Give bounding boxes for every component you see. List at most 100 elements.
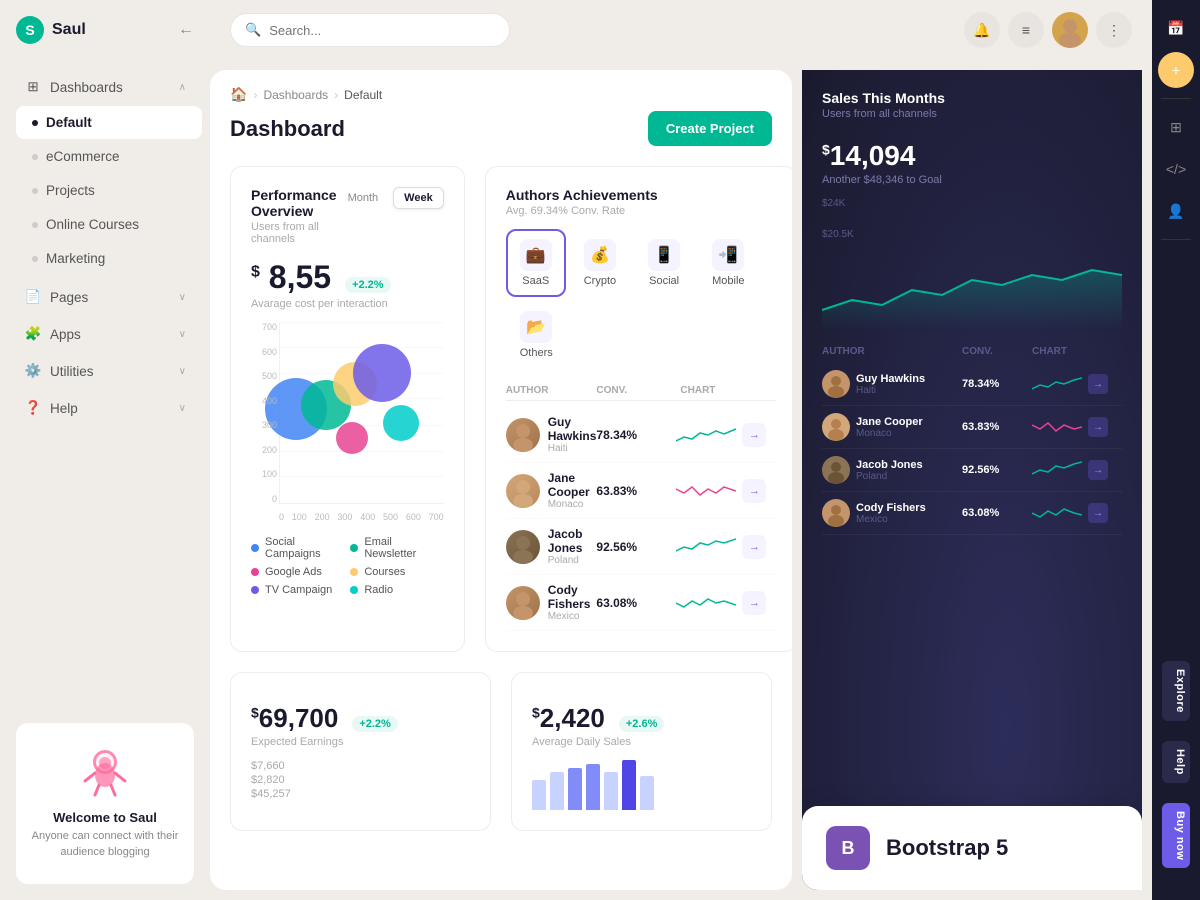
period-week-tab[interactable]: Week bbox=[393, 187, 444, 209]
sidebar-toggle[interactable]: ← bbox=[178, 21, 194, 39]
sidebar-item-pages[interactable]: 📄 Pages ∨ bbox=[8, 279, 202, 315]
page-wrapper: 🏠 › Dashboards › Default Dashboard Creat… bbox=[210, 60, 1152, 900]
author-avatar-jacob bbox=[506, 530, 540, 564]
daily-sales-label: Average Daily Sales bbox=[532, 736, 751, 748]
sidebar-header: S Saul ← bbox=[0, 0, 210, 60]
sidebar-item-utilities[interactable]: ⚙️ Utilities ∨ bbox=[8, 353, 202, 389]
welcome-card: Welcome to Saul Anyone can connect with … bbox=[16, 723, 194, 884]
notifications-btn[interactable]: 🔔 bbox=[964, 12, 1000, 48]
dark-mini-chart-cody bbox=[1032, 503, 1082, 523]
tab-mobile[interactable]: 📲 Mobile bbox=[698, 229, 758, 297]
sidebar-item-projects[interactable]: Projects bbox=[16, 174, 202, 207]
nav-dot bbox=[32, 256, 38, 262]
help-btn[interactable]: Help bbox=[1162, 741, 1190, 783]
chart-legend: Social Campaigns Email Newsletter Google… bbox=[251, 536, 444, 596]
sidebar-item-marketing[interactable]: Marketing bbox=[16, 242, 202, 275]
plus-btn[interactable]: + bbox=[1158, 52, 1194, 88]
sidebar-item-ecommerce[interactable]: eCommerce bbox=[16, 140, 202, 173]
author-avatar-cody bbox=[506, 586, 540, 620]
chevron-icon: ∨ bbox=[179, 292, 186, 303]
dark-avatar-cody bbox=[822, 499, 850, 527]
settings-btn[interactable]: ≡ bbox=[1008, 12, 1044, 48]
author-avatar-jane bbox=[506, 474, 540, 508]
period-month-tab[interactable]: Month bbox=[337, 187, 390, 209]
welcome-subtitle: Anyone can connect with their audience b… bbox=[30, 829, 180, 860]
code-btn[interactable]: </> bbox=[1158, 151, 1194, 187]
sidebar-item-default[interactable]: Default bbox=[16, 106, 202, 139]
header-actions: 🔔 ≡ ⋮ bbox=[964, 12, 1132, 48]
view-btn-jane[interactable]: → bbox=[742, 479, 766, 503]
rp-header: Sales This Months Users from all channel… bbox=[822, 90, 1122, 120]
create-project-button[interactable]: Create Project bbox=[648, 111, 772, 146]
user-btn[interactable]: 👤 bbox=[1158, 193, 1194, 229]
sales-goal: Another $48,346 to Goal bbox=[822, 174, 1122, 186]
tab-crypto[interactable]: 💰 Crypto bbox=[570, 229, 630, 297]
tab-others[interactable]: 📂 Others bbox=[506, 301, 567, 369]
nav-sub-dashboards: Default eCommerce Projects bbox=[0, 106, 210, 275]
perf-title: Performance Overview bbox=[251, 187, 337, 219]
brand-icon: S bbox=[16, 16, 44, 44]
perf-metric: $ 8,55 bbox=[251, 259, 331, 296]
sales-bars bbox=[532, 760, 751, 810]
legend-radio: Radio bbox=[350, 584, 443, 596]
search-bar[interactable]: 🔍 bbox=[230, 13, 510, 47]
dark-view-btn-cody[interactable]: → bbox=[1088, 503, 1108, 523]
others-icon: 📂 bbox=[520, 311, 552, 343]
author-row-jacob: Jacob Jones Poland 92.56% → bbox=[506, 519, 777, 575]
view-btn-guy[interactable]: → bbox=[742, 423, 766, 447]
dark-view-btn-jane[interactable]: → bbox=[1088, 417, 1108, 437]
earnings-metric: $69,700 bbox=[251, 703, 338, 734]
author-row-guy: Guy Hawkins Haiti 78.34% → bbox=[506, 407, 777, 463]
astronaut-illustration bbox=[65, 737, 145, 797]
dark-view-btn-guy[interactable]: → bbox=[1088, 374, 1108, 394]
sidebar-item-online-courses[interactable]: Online Courses bbox=[16, 208, 202, 241]
sales-line-chart bbox=[822, 250, 1122, 330]
brand-name: Saul bbox=[52, 21, 86, 39]
explore-btn[interactable]: Explore bbox=[1162, 661, 1190, 721]
tab-saas[interactable]: 💼 SaaS bbox=[506, 229, 566, 297]
search-input[interactable] bbox=[269, 23, 495, 38]
mini-chart-jane bbox=[676, 479, 736, 503]
brand: S Saul bbox=[16, 16, 86, 44]
user-avatar[interactable] bbox=[1052, 12, 1088, 48]
help-icon: ❓ bbox=[24, 399, 42, 417]
buy-now-btn[interactable]: Buy now bbox=[1162, 803, 1190, 868]
crypto-icon: 💰 bbox=[584, 239, 616, 271]
pages-icon: 📄 bbox=[24, 288, 42, 306]
more-options-btn[interactable]: ⋮ bbox=[1096, 12, 1132, 48]
breadcrumb-dashboards[interactable]: Dashboards bbox=[263, 88, 328, 102]
sidebar-item-dashboards[interactable]: ⊞ Dashboards ∧ bbox=[8, 69, 202, 105]
sidebar-footer: Welcome to Saul Anyone can connect with … bbox=[0, 707, 210, 900]
dark-mini-chart-guy bbox=[1032, 374, 1082, 394]
mini-chart-cody bbox=[676, 591, 736, 615]
sidebar-item-apps[interactable]: 🧩 Apps ∨ bbox=[8, 316, 202, 352]
earnings-label: Expected Earnings bbox=[251, 736, 470, 748]
dark-view-btn-jacob[interactable]: → bbox=[1088, 460, 1108, 480]
tab-social[interactable]: 📱 Social bbox=[634, 229, 694, 297]
page-header: Dashboard Create Project bbox=[230, 111, 772, 146]
chevron-icon: ∨ bbox=[179, 329, 186, 340]
authors-table-header: AUTHOR CONV. CHART bbox=[506, 381, 777, 401]
perf-subtitle: Users from all channels bbox=[251, 221, 337, 245]
stats-row: $69,700 +2.2% Expected Earnings $7,660 $… bbox=[230, 672, 772, 831]
perf-label: Avarage cost per interaction bbox=[251, 298, 444, 310]
dark-authors-section: AUTHOR CONV. CHART Guy Hawkins Haiti bbox=[822, 346, 1122, 535]
right-panel: Sales This Months Users from all channel… bbox=[802, 70, 1142, 890]
view-btn-jacob[interactable]: → bbox=[742, 535, 766, 559]
page-inner: 🏠 › Dashboards › Default Dashboard Creat… bbox=[210, 70, 792, 890]
breadcrumb-current: Default bbox=[344, 88, 382, 102]
calendar-btn[interactable]: 📅 bbox=[1158, 10, 1194, 46]
legend-google: Google Ads bbox=[251, 566, 344, 578]
dark-author-row-cody: Cody Fishers Mexico 63.08% → bbox=[822, 492, 1122, 535]
view-btn-cody[interactable]: → bbox=[742, 591, 766, 615]
author-row-cody: Cody Fishers Mexico 63.08% → bbox=[506, 575, 777, 631]
sales-title: Sales This Months bbox=[822, 90, 945, 106]
grid-btn[interactable]: ⊞ bbox=[1158, 109, 1194, 145]
sidebar-item-help[interactable]: ❓ Help ∨ bbox=[8, 390, 202, 426]
breadcrumb: 🏠 › Dashboards › Default bbox=[230, 86, 772, 103]
breadcrumb-home[interactable]: 🏠 bbox=[230, 86, 247, 103]
top-header: 🔍 🔔 ≡ ⋮ bbox=[210, 0, 1152, 60]
sales-metric: $14,094 bbox=[822, 140, 915, 172]
dashboards-icon: ⊞ bbox=[24, 78, 42, 96]
daily-sales-metric: $2,420 bbox=[532, 703, 605, 734]
